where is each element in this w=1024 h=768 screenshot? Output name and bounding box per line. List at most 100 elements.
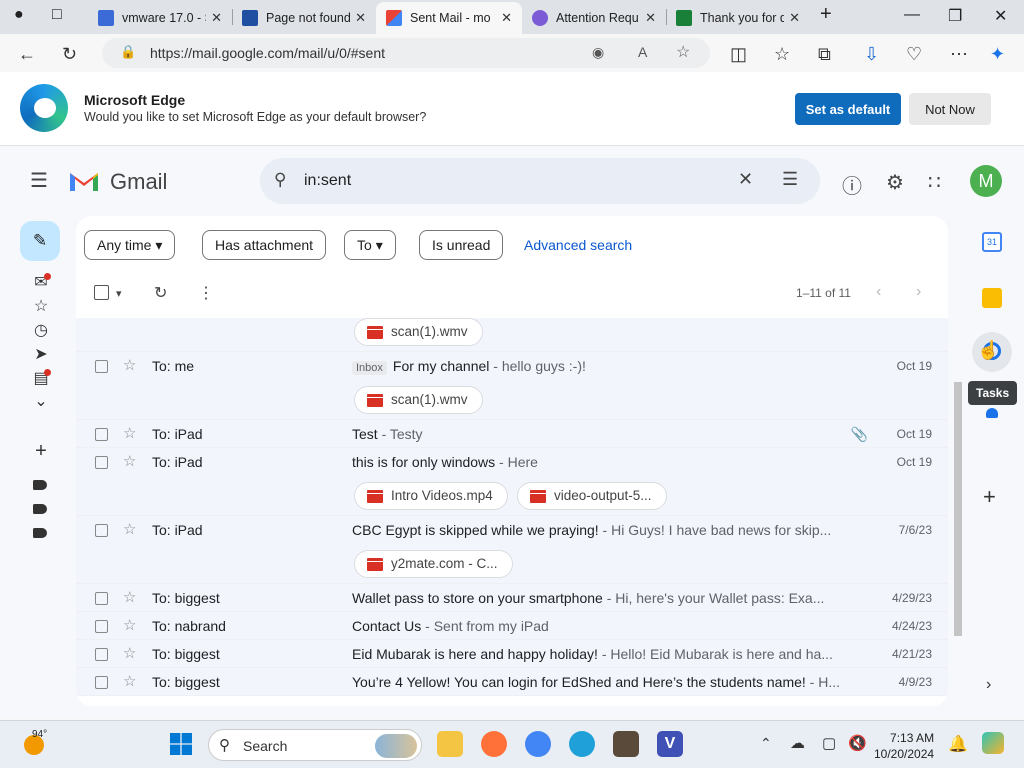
row-checkbox[interactable] <box>95 524 108 537</box>
avatar[interactable]: M <box>970 165 1002 197</box>
star-icon[interactable]: ☆ <box>123 452 136 470</box>
show-hidden-icons-chevron[interactable]: ⌃ <box>760 735 772 752</box>
star-icon[interactable]: ☆ <box>123 588 136 606</box>
start-windows-icon[interactable] <box>170 733 192 755</box>
compose-button[interactable]: ✎ <box>20 221 60 261</box>
close-tab-icon[interactable]: ✕ <box>789 10 800 26</box>
back-icon[interactable]: ← <box>18 44 36 65</box>
main-menu-icon[interactable]: ☰ <box>30 168 48 193</box>
close-tab-icon[interactable]: ✕ <box>355 10 366 26</box>
help-icon[interactable]: ⓘ <box>842 170 862 199</box>
profile-icon[interactable]: ● <box>14 6 24 24</box>
close-window-icon[interactable]: ✕ <box>994 6 1007 26</box>
advanced-search-link[interactable]: Advanced search <box>524 237 632 253</box>
table-row[interactable]: ☆ To: iPad this is for only windows - He… <box>76 448 948 516</box>
show-side-panel-chevron-icon[interactable]: › <box>986 676 991 694</box>
select-chevron-down-icon[interactable]: ▾ <box>116 287 122 300</box>
copilot-pre-icon[interactable] <box>982 732 1004 754</box>
attachment-chip[interactable]: video-output-5... <box>517 482 667 510</box>
row-checkbox[interactable] <box>95 456 108 469</box>
vpn-app-icon[interactable]: V <box>657 731 683 757</box>
star-icon[interactable]: ☆ <box>123 644 136 662</box>
settings-gear-icon[interactable]: ⚙ <box>886 170 904 195</box>
downloads-icon[interactable]: ⇩ <box>864 44 879 65</box>
tab-vmware[interactable]: vmware 17.0 - S ✕ <box>88 2 232 34</box>
url-field[interactable]: 🔒 https://mail.google.com/mail/u/0/#sent… <box>102 38 710 68</box>
close-tab-icon[interactable]: ✕ <box>211 10 222 26</box>
star-icon[interactable]: ☆ <box>123 520 136 538</box>
attachment-chip[interactable]: scan(1).wmv <box>354 386 483 414</box>
tab-attention[interactable]: Attention Requ ✕ <box>522 2 666 34</box>
is-unread-filter[interactable]: Is unread <box>419 230 504 260</box>
to-filter[interactable]: To ▾ <box>344 230 396 260</box>
mail-search-bar[interactable]: ⚲ in:sent ✕ ☰ <box>260 158 820 204</box>
more-vert-icon[interactable]: ⋮ <box>198 283 214 303</box>
get-addons-plus-icon[interactable]: + <box>983 484 996 510</box>
firefox-icon[interactable] <box>481 731 507 757</box>
minimize-icon[interactable]: — <box>904 6 920 24</box>
starred-icon[interactable]: ☆ <box>31 296 51 316</box>
more-menu-icon[interactable]: ⋯ <box>950 44 968 65</box>
snoozed-icon[interactable]: ◷ <box>31 320 51 340</box>
row-checkbox[interactable] <box>95 360 108 373</box>
apps-grid-icon[interactable]: ∷ <box>928 170 941 195</box>
table-row[interactable]: ☆ To: me Inbox For my channel - hello guy… <box>76 352 948 420</box>
table-row[interactable]: ☆ To: iPad Test - Testy 📎 Oct 19 <box>76 420 948 448</box>
keep-icon[interactable] <box>982 288 1002 308</box>
close-tab-icon[interactable]: ✕ <box>645 10 656 26</box>
network-icon[interactable]: ☁ <box>790 734 805 752</box>
volume-muted-icon[interactable]: 🔇 <box>848 734 867 752</box>
has-attachment-filter[interactable]: Has attachment <box>202 230 327 260</box>
star-icon[interactable]: ☆ <box>123 616 136 634</box>
search-options-icon[interactable]: ☰ <box>782 169 798 190</box>
row-checkbox[interactable] <box>95 428 108 441</box>
table-row[interactable]: ☆ To: biggest You’re 4 Yellow! You can l… <box>76 668 948 696</box>
clear-search-icon[interactable]: ✕ <box>738 169 753 190</box>
star-icon[interactable]: ☆ <box>123 356 136 374</box>
star-icon[interactable]: ☆ <box>123 424 136 442</box>
tab-thank-you[interactable]: Thank you for d ✕ <box>666 2 810 34</box>
attachment-chip[interactable]: y2mate.com - C... <box>354 550 513 578</box>
table-row[interactable]: ☆ To: nabrand Contact Us - Sent from my … <box>76 612 948 640</box>
refresh-icon[interactable]: ↻ <box>62 44 77 65</box>
copilot-icon[interactable]: ✦ <box>990 44 1005 65</box>
label-icon[interactable] <box>33 480 47 490</box>
maximize-icon[interactable]: ❐ <box>948 6 962 26</box>
row-checkbox[interactable] <box>95 592 108 605</box>
calendar-icon[interactable]: 31 <box>982 232 1002 252</box>
search-input[interactable]: in:sent <box>304 172 351 190</box>
table-row[interactable]: ☆ To: iPad CBC Egypt is skipped while we… <box>76 516 948 584</box>
tab-actions-icon[interactable]: □ <box>52 6 62 24</box>
notifications-bell-icon[interactable]: 🔔 <box>948 734 968 754</box>
contacts-icon[interactable] <box>986 408 998 418</box>
inbox-label-badge[interactable]: Inbox <box>352 361 387 375</box>
search-icon[interactable]: ⚲ <box>274 170 286 190</box>
row-checkbox[interactable] <box>95 676 108 689</box>
taskbar-search[interactable]: ⚲ Search <box>208 729 422 761</box>
system-clock[interactable]: 7:13 AM 10/20/2024 <box>874 730 934 762</box>
read-aloud-icon[interactable]: A <box>638 44 647 60</box>
chrome-icon[interactable] <box>525 731 551 757</box>
favorite-star-icon[interactable]: ☆ <box>676 42 690 62</box>
table-row[interactable]: ☆ To: biggest Wallet pass to store on yo… <box>76 584 948 612</box>
label-icon[interactable] <box>33 504 47 514</box>
not-now-button[interactable]: Not Now <box>909 93 991 125</box>
any-time-filter[interactable]: Any time ▾ <box>84 230 176 260</box>
sent-icon[interactable]: ➤ <box>31 344 51 364</box>
attachment-chip[interactable]: scan(1).wmv <box>354 318 483 346</box>
select-all-checkbox[interactable] <box>94 285 109 300</box>
table-row[interactable]: ☆ To: biggest Eid Mubarak is here and ha… <box>76 640 948 668</box>
tab-page-not-found[interactable]: Page not found ✕ <box>232 2 376 34</box>
close-tab-icon[interactable]: ✕ <box>501 10 512 26</box>
display-icon[interactable]: ▢ <box>822 734 836 752</box>
table-row[interactable]: scan(1).wmv <box>76 318 948 352</box>
prev-page-icon[interactable]: ‹ <box>876 283 881 301</box>
row-checkbox[interactable] <box>95 648 108 661</box>
attachment-chip[interactable]: Intro Videos.mp4 <box>354 482 508 510</box>
create-label-icon[interactable]: + <box>31 440 51 463</box>
app-icon[interactable] <box>613 731 639 757</box>
edge-icon[interactable] <box>569 731 595 757</box>
next-page-icon[interactable]: › <box>916 283 921 301</box>
star-icon[interactable]: ☆ <box>123 672 136 690</box>
more-chevron-down-icon[interactable]: ⌄ <box>31 391 51 411</box>
